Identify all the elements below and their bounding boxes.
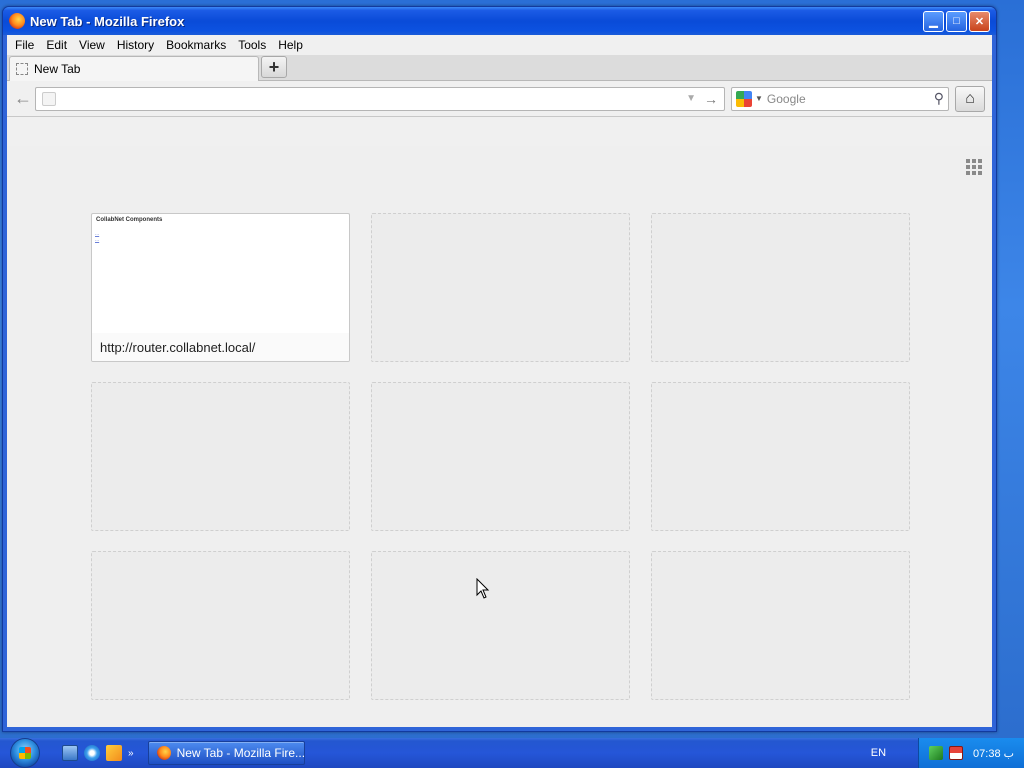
quick-launch: » bbox=[62, 745, 134, 761]
home-button[interactable]: ⌂ bbox=[955, 85, 985, 112]
grid-toggle-icon[interactable] bbox=[966, 159, 982, 175]
browser-client: File Edit View History Bookmarks Tools H… bbox=[7, 35, 992, 727]
maximize-button[interactable]: □ bbox=[946, 10, 967, 32]
menu-view[interactable]: View bbox=[75, 38, 113, 52]
empty-tile bbox=[91, 382, 350, 531]
back-arrow-icon: ← bbox=[14, 88, 32, 108]
empty-tile bbox=[651, 213, 910, 362]
network-icon[interactable] bbox=[929, 746, 944, 760]
site-tile[interactable]: CollabNet Components ... ... http://rout… bbox=[91, 213, 350, 362]
start-button[interactable] bbox=[10, 738, 40, 768]
site-identity-icon[interactable] bbox=[42, 91, 56, 106]
menu-file[interactable]: File bbox=[11, 38, 42, 52]
magnifier-icon[interactable]: ⚲ bbox=[934, 90, 944, 107]
empty-tile bbox=[651, 551, 910, 700]
minimize-button[interactable]: ▁ bbox=[923, 10, 944, 32]
show-desktop-icon[interactable] bbox=[62, 745, 78, 761]
search-input[interactable] bbox=[766, 91, 934, 106]
menu-history[interactable]: History bbox=[113, 38, 162, 52]
taskbar-firefox-button[interactable]: New Tab - Mozilla Fire... bbox=[147, 741, 305, 765]
menu-bookmarks[interactable]: Bookmarks bbox=[162, 38, 234, 52]
url-input[interactable] bbox=[62, 91, 687, 106]
home-icon: ⌂ bbox=[965, 89, 975, 107]
google-engine-icon[interactable] bbox=[736, 90, 752, 107]
quick-launch-more-icon[interactable]: » bbox=[128, 748, 134, 759]
language-indicator[interactable]: EN bbox=[871, 747, 886, 759]
tab-bar: New Tab + bbox=[7, 55, 992, 81]
thumbnail-link: ... bbox=[95, 237, 100, 243]
tab-new-tab[interactable]: New Tab bbox=[9, 56, 259, 81]
thumbnail-title: CollabNet Components bbox=[96, 217, 163, 223]
firefox-icon bbox=[156, 746, 171, 760]
firefox-window: New Tab - Mozilla Firefox ▁ □ ✕ File Edi… bbox=[2, 6, 997, 732]
menu-edit[interactable]: Edit bbox=[42, 38, 75, 52]
close-button[interactable]: ✕ bbox=[969, 10, 990, 32]
title-bar[interactable]: New Tab - Mozilla Firefox ▁ □ ✕ bbox=[3, 7, 996, 35]
taskbar-button-label: New Tab - Mozilla Fire... bbox=[176, 746, 304, 760]
new-tab-page: CollabNet Components ... ... http://rout… bbox=[7, 146, 992, 727]
media-player-icon[interactable] bbox=[106, 745, 122, 761]
history-dropdown-icon[interactable]: ▼ bbox=[686, 93, 696, 104]
back-button[interactable]: ← bbox=[11, 87, 35, 111]
tab-label: New Tab bbox=[34, 62, 81, 76]
menu-help[interactable]: Help bbox=[274, 38, 311, 52]
blank-page-icon bbox=[16, 63, 28, 75]
navigation-bar: ← ▼ → ▼ ⚲ ⌂ bbox=[7, 81, 992, 117]
menu-bar: File Edit View History Bookmarks Tools H… bbox=[7, 35, 992, 55]
system-tray: EN 07:38 ب bbox=[871, 738, 1024, 768]
notification-area: 07:38 ب bbox=[918, 738, 1024, 768]
taskbar: » New Tab - Mozilla Fire... EN 07:38 ب bbox=[0, 738, 1024, 768]
tile-url-caption: http://router.collabnet.local/ bbox=[92, 333, 349, 361]
engine-dropdown-icon[interactable]: ▼ bbox=[755, 94, 763, 103]
site-tiles-grid: CollabNet Components ... ... http://rout… bbox=[91, 213, 910, 700]
empty-tile bbox=[91, 551, 350, 700]
new-tab-button[interactable]: + bbox=[261, 56, 287, 78]
window-title: New Tab - Mozilla Firefox bbox=[30, 13, 185, 29]
security-shield-icon[interactable] bbox=[949, 746, 964, 760]
empty-tile bbox=[371, 213, 630, 362]
firefox-icon bbox=[9, 13, 25, 29]
clock[interactable]: 07:38 ب bbox=[973, 747, 1014, 760]
empty-tile bbox=[651, 382, 910, 531]
empty-tile bbox=[371, 551, 630, 700]
go-arrow-icon[interactable]: → bbox=[704, 91, 718, 107]
internet-explorer-icon[interactable] bbox=[84, 745, 100, 761]
mouse-cursor-icon bbox=[476, 578, 490, 599]
search-bar[interactable]: ▼ ⚲ bbox=[731, 86, 949, 111]
menu-tools[interactable]: Tools bbox=[234, 38, 274, 52]
empty-tile bbox=[371, 382, 630, 531]
url-bar[interactable]: ▼ → bbox=[35, 86, 725, 111]
